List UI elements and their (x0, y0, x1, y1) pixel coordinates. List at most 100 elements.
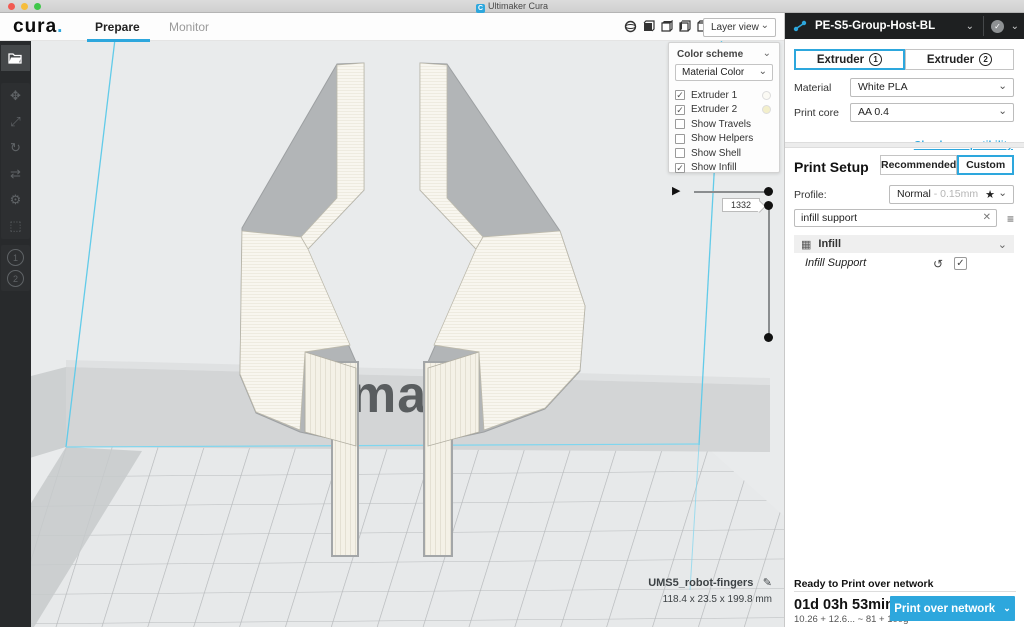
select-extruder-2-button[interactable]: 2 (7, 270, 24, 287)
view-3d-icon[interactable] (624, 20, 637, 33)
color-scheme-header[interactable]: Color scheme ⌄ (669, 43, 779, 64)
support-blocker-icon: ⬚ (9, 218, 21, 234)
layer-slider-bottom-handle[interactable] (764, 333, 773, 342)
chevron-down-icon: ⌄ (1003, 603, 1011, 614)
extruder-1-tab[interactable]: Extruder 1 (794, 49, 905, 70)
mirror-tool-button[interactable]: ⇄ (1, 161, 30, 187)
ready-status: Ready to Print over network (794, 578, 933, 590)
view-front-icon[interactable] (642, 20, 655, 33)
custom-mode-button[interactable]: Custom (957, 155, 1014, 175)
rotate-icon: ↻ (10, 140, 21, 156)
simulation-slider-handle[interactable] (764, 187, 773, 196)
viewport-3d[interactable]: mak (0, 0, 784, 627)
select-extruder-1-button[interactable]: 1 (7, 249, 24, 266)
toggle-show-travels[interactable]: Show Travels (675, 117, 773, 132)
view-left-icon[interactable] (678, 20, 691, 33)
toggle-show-helpers[interactable]: Show Helpers (675, 132, 773, 147)
view-top-icon[interactable] (660, 20, 673, 33)
move-icon: ✥ (10, 88, 21, 104)
checkbox[interactable] (675, 134, 685, 144)
extruder-2-tab[interactable]: Extruder 2 (905, 49, 1014, 70)
cura-logo: cura. (13, 16, 63, 38)
profile-dropdown[interactable]: Normal - 0.15mm ★ ⌄ (889, 185, 1014, 204)
window-title: CUltimaker Cura (0, 1, 1024, 13)
open-file-button[interactable] (1, 45, 30, 71)
printer-status-badge[interactable]: ✓ (991, 20, 1004, 33)
setting-search-input[interactable] (801, 211, 976, 225)
settings-sidebar: PE-S5-Group-Host-BL ⌄ ✓ ⌄ Extruder 1 Ext… (784, 13, 1024, 627)
chevron-down-icon: ⌄ (761, 17, 769, 34)
infill-support-checkbox[interactable]: ✓ (954, 257, 967, 270)
divider (794, 591, 1016, 592)
extruder-1-number-icon: 1 (869, 53, 882, 66)
machine-name: PE-S5-Group-Host-BL (815, 20, 935, 32)
rename-pencil-icon[interactable]: ✎ (763, 577, 772, 589)
extruder-2-material-dot (762, 105, 771, 114)
star-icon[interactable]: ★ (985, 187, 995, 204)
support-blocker-button[interactable]: ⬚ (1, 213, 30, 239)
per-model-settings-icon: ⚙ (10, 192, 22, 208)
print-time-estimate: 01d 03h 53min (794, 597, 894, 613)
left-toolbar: ✥ ⤢ ↻ ⇄ ⚙ ⬚ 1 2 (0, 41, 31, 627)
cura-app-icon: C (476, 4, 485, 13)
layer-slider-top-handle[interactable] (764, 201, 773, 210)
scale-tool-button[interactable]: ⤢ (1, 109, 30, 135)
setting-search-box[interactable]: ✕ (794, 209, 997, 227)
toggle-show-infill[interactable]: ✓ Show Infill (675, 161, 773, 176)
model-dimensions: 118.4 x 23.5 x 199.8 mm (648, 594, 772, 605)
rotate-tool-button[interactable]: ↻ (1, 135, 30, 161)
window-titlebar: CUltimaker Cura (0, 0, 1024, 13)
model-info-label: UMS5_robot-fingers ✎ 118.4 x 23.5 x 199.… (648, 573, 772, 605)
layer-slider-track[interactable] (768, 206, 770, 338)
clear-search-icon[interactable]: ✕ (983, 212, 991, 223)
chevron-down-icon: ⌄ (998, 103, 1007, 120)
checkbox[interactable]: ✓ (675, 105, 685, 115)
reset-setting-icon[interactable]: ↺ (933, 257, 943, 271)
open-folder-icon (8, 52, 23, 65)
extruder-1-material-dot (762, 91, 771, 100)
printcore-dropdown[interactable]: AA 0.4 ⌄ (850, 103, 1014, 122)
chevron-down-icon: ⌄ (998, 78, 1007, 95)
infill-icon: ▦ (801, 238, 811, 251)
per-model-settings-button[interactable]: ⚙ (1, 187, 30, 213)
machine-selector[interactable]: PE-S5-Group-Host-BL ⌄ ✓ ⌄ (785, 13, 1024, 39)
print-over-network-button[interactable]: Print over network ⌄ (890, 596, 1015, 621)
mirror-icon: ⇄ (10, 166, 21, 182)
divider (785, 142, 1024, 148)
play-simulation-button[interactable]: ▶ (672, 184, 680, 197)
setting-visibility-menu-icon[interactable]: ≡ (1007, 212, 1014, 226)
material-dropdown[interactable]: White PLA ⌄ (850, 78, 1014, 97)
scale-icon: ⤢ (10, 114, 20, 130)
view-mode-dropdown[interactable]: Layer view ⌄ (703, 18, 776, 37)
chevron-down-icon: ⌄ (759, 64, 767, 79)
toggle-extruder-1[interactable]: ✓ Extruder 1 (675, 88, 773, 103)
model-name: UMS5_robot-fingers (648, 577, 753, 589)
chevron-down-icon: ⌄ (998, 238, 1007, 251)
tab-monitor[interactable]: Monitor (169, 20, 209, 34)
app-header: cura. Prepare Monitor Layer view ⌄ (0, 13, 784, 41)
move-tool-button[interactable]: ✥ (1, 83, 30, 109)
checkbox[interactable]: ✓ (675, 163, 685, 173)
chevron-down-icon: ⌄ (763, 48, 771, 59)
chevron-down-icon: ⌄ (966, 21, 974, 32)
view-options-panel: Color scheme ⌄ Material Color ⌄ ✓ Extrud… (668, 42, 780, 173)
network-printer-icon (793, 20, 807, 32)
tab-prepare[interactable]: Prepare (95, 20, 140, 34)
recommended-mode-button[interactable]: Recommended (880, 155, 957, 175)
infill-section-header[interactable]: ▦ Infill ⌄ (794, 235, 1014, 253)
toggle-show-shell[interactable]: Show Shell (675, 146, 773, 161)
printcore-label: Print core (794, 107, 839, 119)
toggle-extruder-2[interactable]: ✓ Extruder 2 (675, 103, 773, 118)
chevron-down-icon: ⌄ (998, 185, 1007, 202)
simulation-slider-track[interactable] (694, 191, 770, 193)
layer-number-badge: 1332 (722, 198, 760, 212)
infill-support-row: Infill Support ↺ ✓ (805, 257, 1005, 273)
checkbox[interactable]: ✓ (675, 90, 685, 100)
print-setup-title: Print Setup (794, 159, 869, 175)
chevron-down-icon[interactable]: ⌄ (1011, 21, 1019, 32)
checkbox[interactable] (675, 119, 685, 129)
material-label: Material (794, 82, 831, 94)
color-scheme-dropdown[interactable]: Material Color ⌄ (675, 64, 773, 81)
checkbox[interactable] (675, 148, 685, 158)
extruder-2-number-icon: 2 (979, 53, 992, 66)
